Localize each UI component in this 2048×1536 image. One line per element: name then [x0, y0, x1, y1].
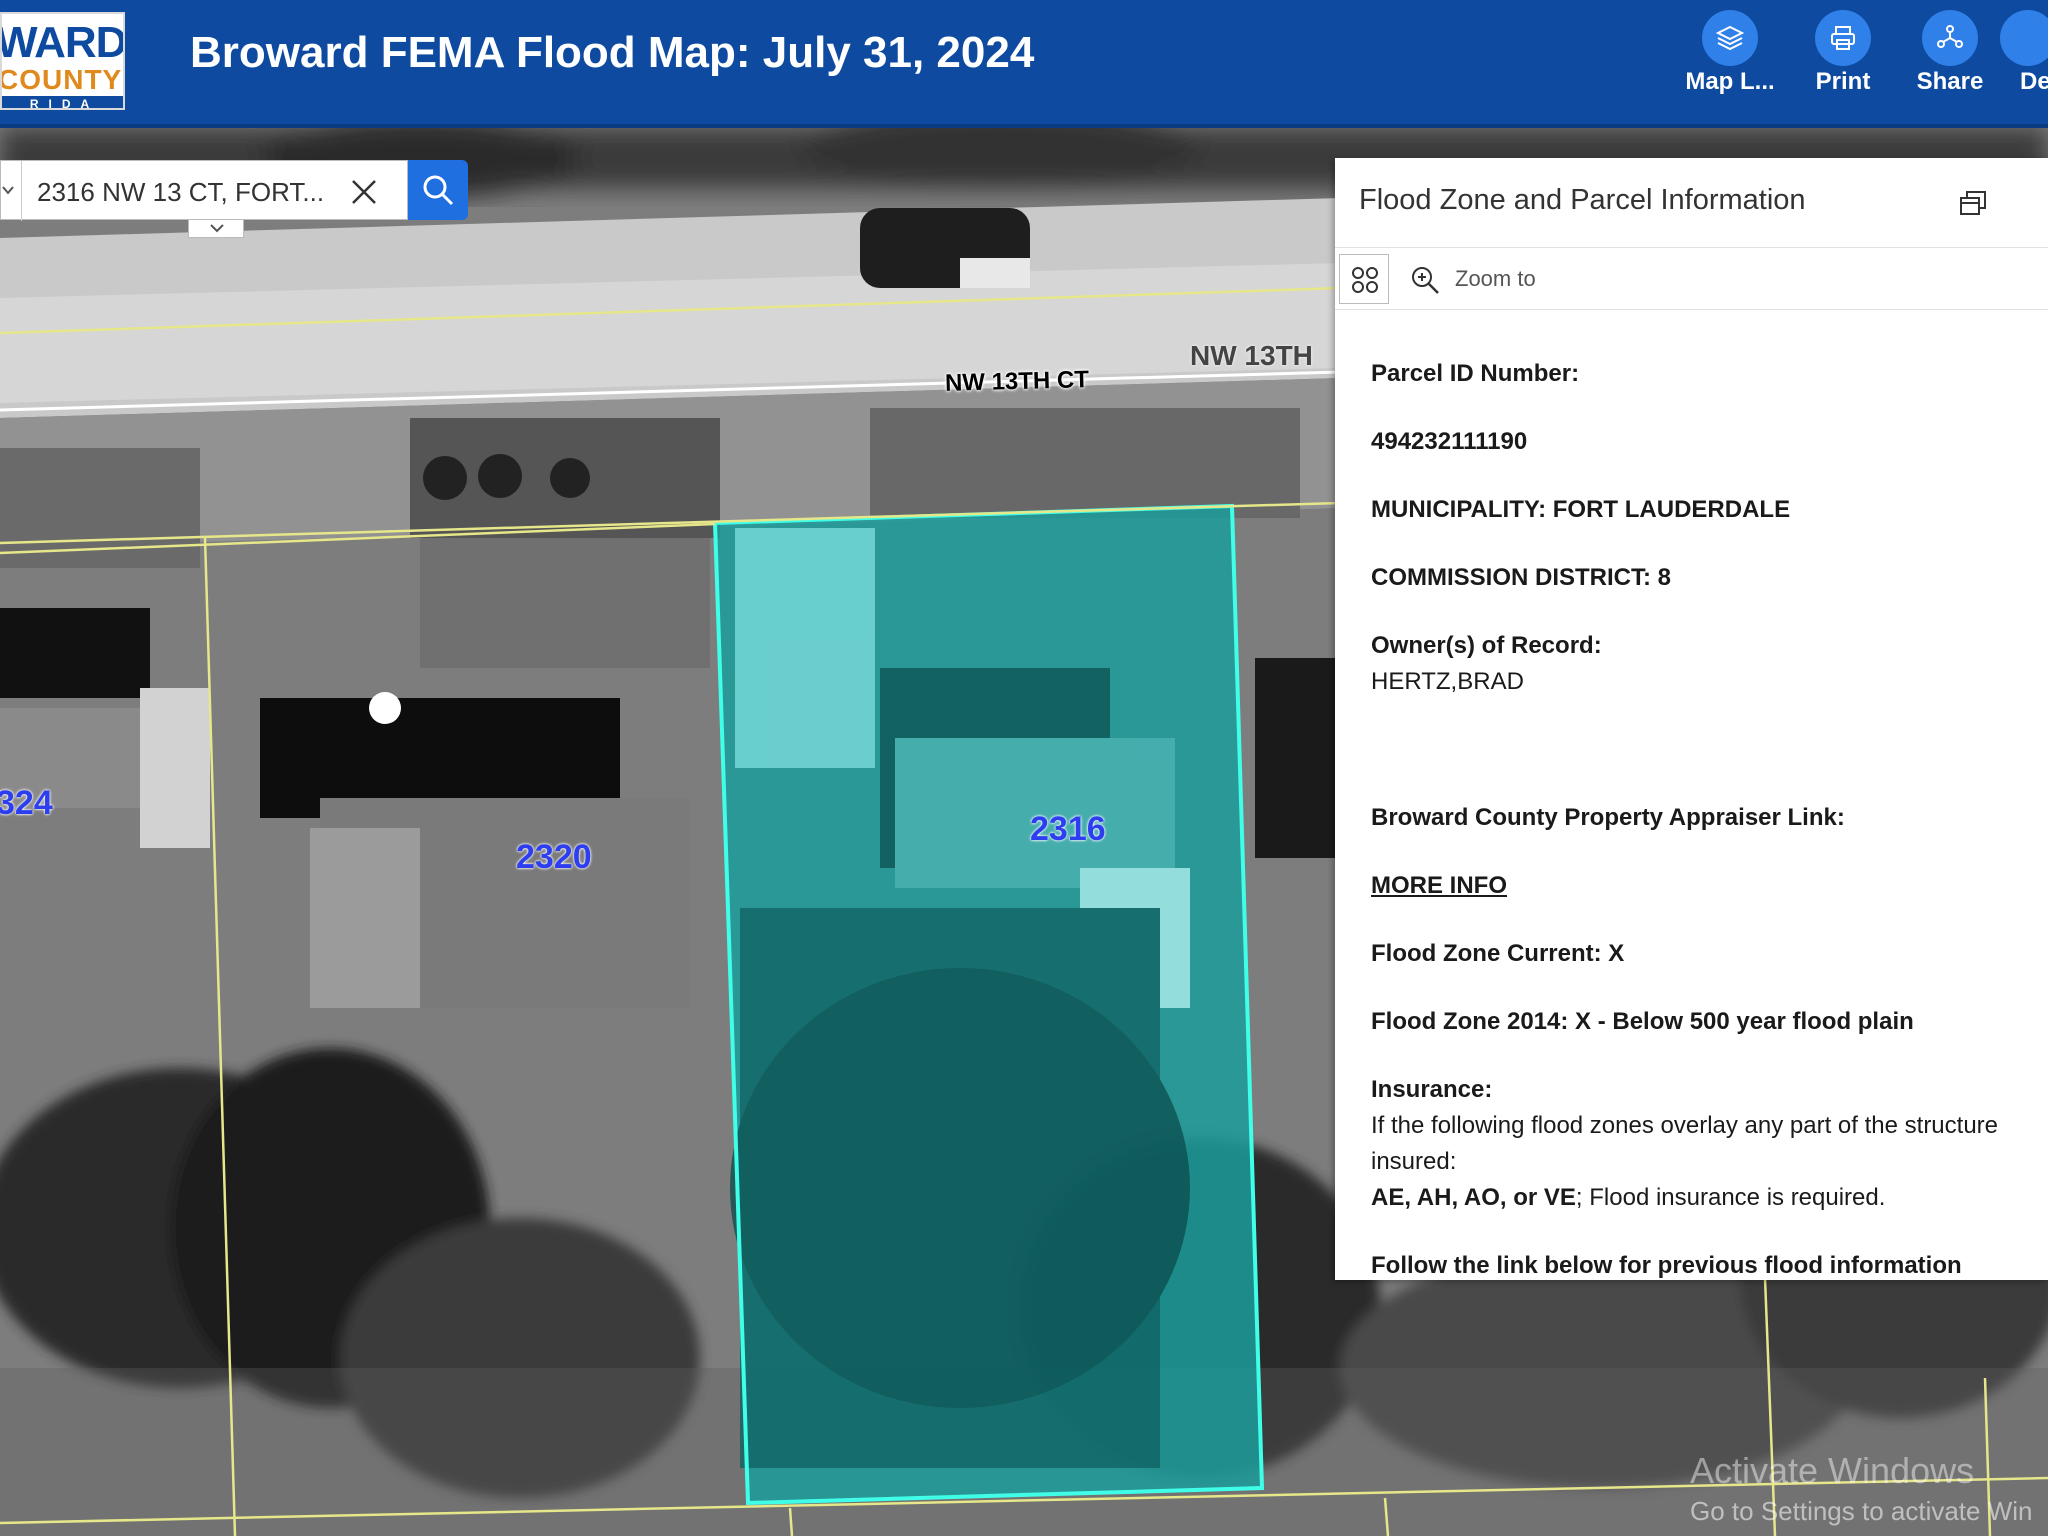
- appraiser-link-label: Broward County Property Appraiser Link:: [1371, 804, 1845, 831]
- parcel-id-label: Parcel ID Number:: [1371, 360, 1580, 387]
- activate-windows-watermark: Activate Windows: [1690, 1450, 1975, 1491]
- layers-icon: [1702, 10, 1758, 66]
- map-layers-button[interactable]: Map L...: [1675, 0, 1785, 128]
- details-button[interactable]: De: [1990, 0, 2048, 128]
- page-title: Broward FEMA Flood Map: July 31, 2024: [190, 28, 1035, 77]
- search-suggestions-toggle[interactable]: [188, 220, 244, 238]
- search-source-dropdown[interactable]: [1, 161, 22, 221]
- clear-search-icon[interactable]: [347, 175, 381, 209]
- details-icon: [2000, 10, 2048, 66]
- insurance-text-line1: If the following flood zones overlay any…: [1371, 1112, 1999, 1139]
- insurance-text-line2: insured:: [1371, 1148, 1457, 1175]
- printer-icon: [1815, 10, 1871, 66]
- dock-popup-button[interactable]: [1957, 186, 1991, 220]
- search-input-value: 2316 NW 13 CT, FORT...: [37, 177, 325, 207]
- zoom-to-button[interactable]: Zoom to: [1455, 266, 1536, 292]
- print-label: Print: [1815, 68, 1871, 95]
- search-icon: [423, 175, 454, 206]
- owner-value: HERTZ,BRAD: [1371, 668, 1524, 695]
- logo-text-line1: WARD: [0, 18, 125, 67]
- insurance-label: Insurance:: [1371, 1076, 1493, 1103]
- address-search: 2316 NW 13 CT, FORT...: [0, 160, 470, 238]
- map-layers-label: Map L...: [1685, 68, 1775, 95]
- grid-icon: [1352, 267, 1378, 293]
- logo-text-line3: RIDA: [2, 96, 123, 108]
- insurance-zones: AE, AH, AO, or VE: [1371, 1184, 1576, 1211]
- parcel-label-2316: 2316: [1030, 810, 1106, 848]
- commission-district-text: COMMISSION DISTRICT: 8: [1371, 564, 1672, 591]
- parcel-id-value: 494232111190: [1371, 428, 1528, 455]
- popup-toolbar: Zoom to: [1335, 248, 2048, 310]
- search-button[interactable]: [408, 160, 468, 220]
- municipality-text: MUNICIPALITY: FORT LAUDERDALE: [1371, 496, 1791, 523]
- insurance-requirement: AE, AH, AO, or VE; Flood insurance is re…: [1371, 1184, 1885, 1212]
- street-label-nw-13th: NW 13TH: [1190, 340, 1313, 371]
- flood-zone-2014-text: Flood Zone 2014: X - Below 500 year floo…: [1371, 1008, 1914, 1035]
- street-label-nw-13th-ct: NW 13TH CT: [944, 366, 1090, 397]
- search-input[interactable]: 2316 NW 13 CT, FORT...: [0, 160, 408, 221]
- owner-label: Owner(s) of Record:: [1371, 632, 1602, 659]
- feature-menu-button[interactable]: [1339, 254, 1389, 304]
- popup-header: Flood Zone and Parcel Information: [1335, 158, 2048, 248]
- flood-zone-current-text: Flood Zone Current: X: [1371, 940, 1625, 967]
- previous-flood-info-text: Follow the link below for previous flood…: [1371, 1252, 1962, 1279]
- zoom-in-icon[interactable]: [1409, 264, 1441, 296]
- logo-text-line2: COUNTY: [0, 64, 123, 95]
- chevron-down-icon: [210, 224, 224, 233]
- print-button[interactable]: Print: [1788, 0, 1898, 128]
- details-label: De: [2020, 68, 2048, 95]
- flood-parcel-popup: Flood Zone and Parcel Information Zoom t…: [1335, 158, 2048, 1280]
- activate-windows-hint: Go to Settings to activate Win: [1690, 1496, 2033, 1526]
- share-button[interactable]: Share: [1895, 0, 2005, 128]
- share-icon: [1922, 10, 1978, 66]
- dock-icon: [1960, 191, 1986, 215]
- share-label: Share: [1916, 68, 1984, 95]
- popup-title: Flood Zone and Parcel Information: [1359, 184, 1806, 216]
- broward-county-logo[interactable]: WARD COUNTY RIDA: [0, 12, 125, 110]
- parcel-label-324: 324: [0, 784, 53, 822]
- app-header: WARD COUNTY RIDA Broward FEMA Flood Map:…: [0, 0, 2048, 128]
- more-info-link[interactable]: MORE INFO: [1371, 872, 1507, 900]
- insurance-required-text: ; Flood insurance is required.: [1575, 1184, 1886, 1211]
- parcel-label-2320: 2320: [516, 838, 592, 876]
